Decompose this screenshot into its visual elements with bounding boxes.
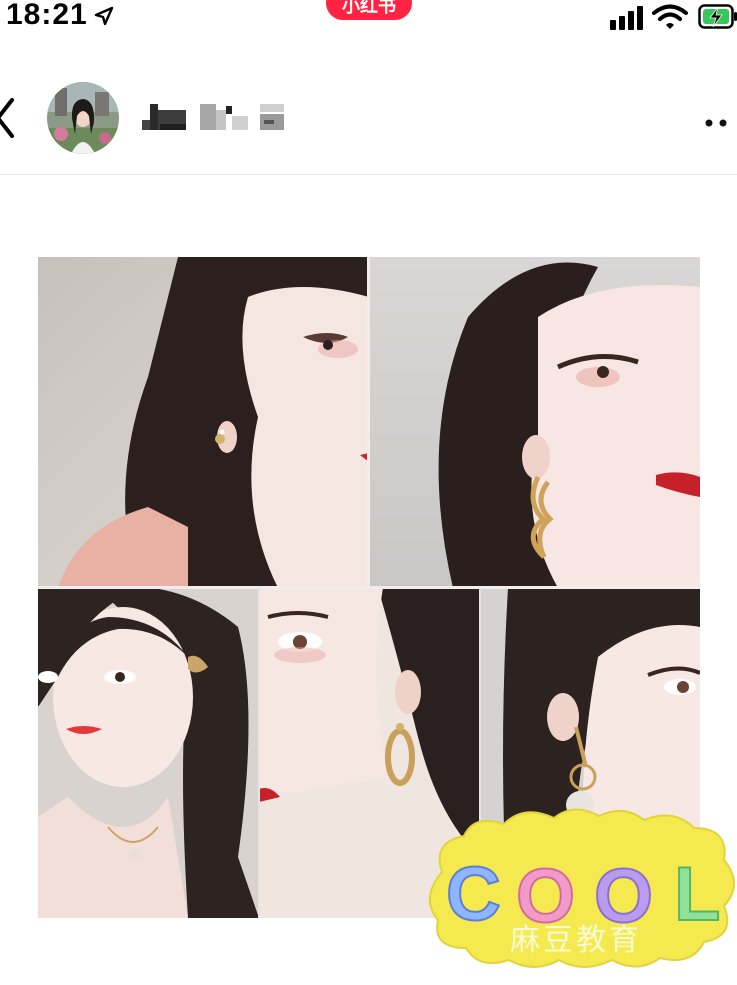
location-arrow-icon xyxy=(94,6,114,31)
sticker-letter-c: C xyxy=(446,852,501,937)
back-chevron-icon[interactable] xyxy=(0,96,18,145)
more-options-icon[interactable] xyxy=(704,115,734,133)
status-time: 18:21 xyxy=(6,0,88,31)
photo-top-left xyxy=(38,257,369,588)
cellular-signal-icon xyxy=(610,6,644,35)
app-badge: 小红书 xyxy=(326,0,412,20)
sticker-letter-l: L xyxy=(674,852,720,937)
status-bar: 18:21 小红书 xyxy=(0,0,737,40)
battery-charging-icon xyxy=(698,4,737,35)
username-redacted[interactable] xyxy=(142,102,284,137)
photo-bottom-left xyxy=(38,586,259,918)
wifi-icon xyxy=(652,4,688,35)
post-header xyxy=(0,60,737,175)
avatar[interactable] xyxy=(47,82,119,154)
photo-top-right xyxy=(369,257,700,588)
watermark: 麻豆教育 xyxy=(510,924,642,957)
